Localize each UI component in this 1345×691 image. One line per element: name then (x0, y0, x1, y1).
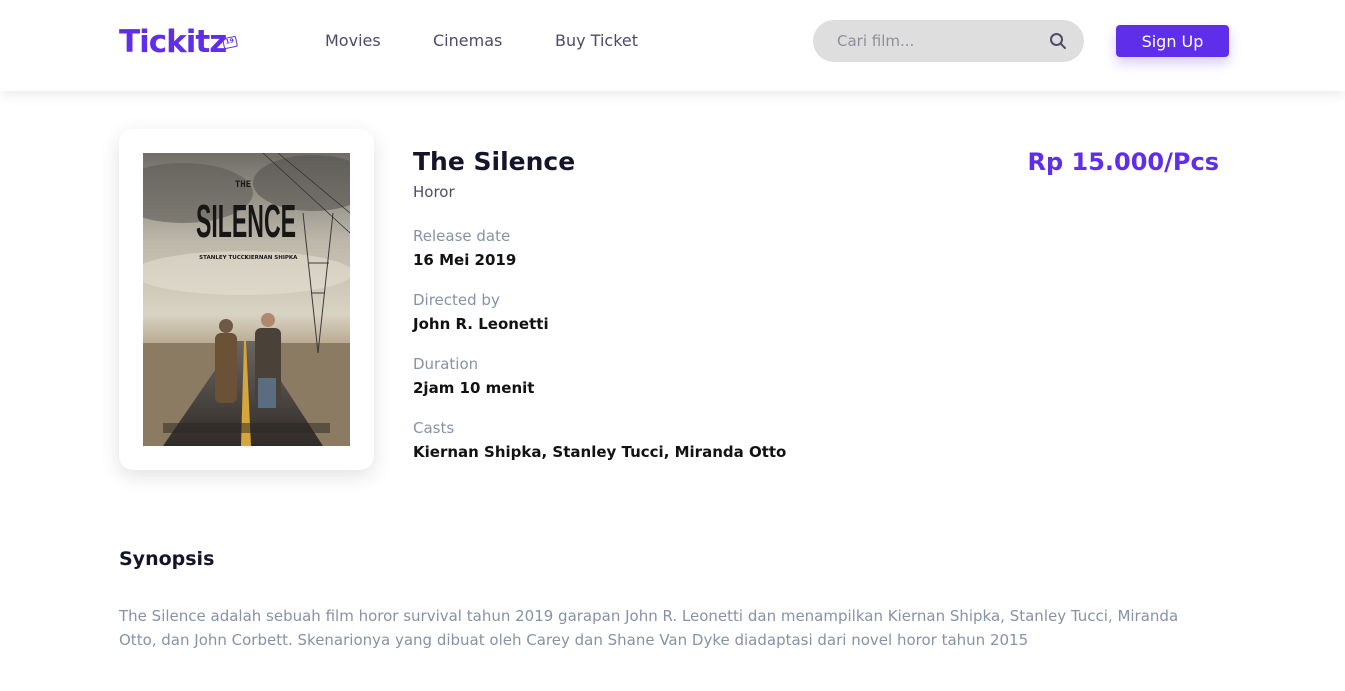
movie-poster: THE SILENCE STANLEY TUCCI KIERNAN SHIPKA (143, 153, 350, 446)
movie-title: The Silence (413, 147, 576, 176)
director-value: John R. Leonetti (413, 315, 549, 333)
casts-label: Casts (413, 419, 455, 437)
tickitz-logo[interactable]: Tickitz (119, 22, 227, 62)
poster-main-word: SILENCE (196, 195, 296, 247)
casts-value: Kiernan Shipka, Stanley Tucci, Miranda O… (413, 443, 787, 461)
duration-label: Duration (413, 355, 479, 373)
director-label: Directed by (413, 291, 500, 309)
synopsis-title: Synopsis (119, 548, 215, 570)
search-input[interactable] (837, 30, 1037, 52)
nav-link-movies[interactable]: Movies (325, 31, 381, 51)
sign-up-button[interactable]: Sign Up (1116, 25, 1229, 57)
synopsis-text: The Silence adalah sebuah film horor sur… (119, 607, 1179, 649)
logo-badge-icon: 19 (222, 35, 238, 50)
poster-card: THE SILENCE STANLEY TUCCI KIERNAN SHIPKA (119, 129, 374, 470)
nav-link-cinemas[interactable]: Cinemas (433, 31, 502, 51)
duration-value: 2jam 10 menit (413, 379, 535, 397)
navbar: Tickitz 19 Movies Cinemas Buy Ticket Sig… (0, 0, 1345, 91)
release-date-label: Release date (413, 227, 511, 245)
movie-genre: Horor (413, 183, 455, 201)
search-box[interactable] (813, 20, 1084, 62)
release-date-value: 16 Mei 2019 (413, 251, 517, 269)
ticket-price: Rp 15.000/Pcs (1027, 148, 1220, 176)
poster-actor-1: STANLEY TUCCI (199, 255, 247, 261)
nav-link-buy-ticket[interactable]: Buy Ticket (555, 31, 638, 51)
search-icon[interactable] (1049, 32, 1067, 50)
poster-image: THE SILENCE STANLEY TUCCI KIERNAN SHIPKA (143, 153, 350, 446)
poster-top-word: THE (235, 180, 251, 190)
poster-actor-2: KIERNAN SHIPKA (245, 255, 299, 261)
